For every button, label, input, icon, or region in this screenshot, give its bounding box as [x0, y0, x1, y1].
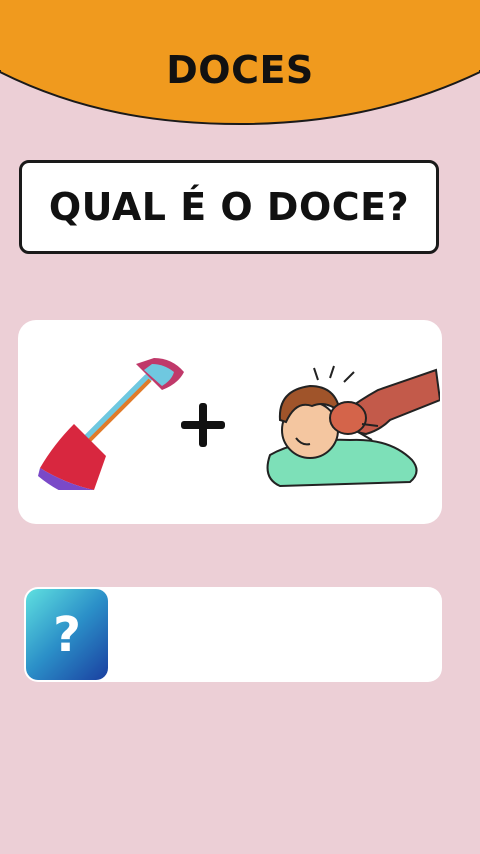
header: DOCES: [0, 0, 480, 130]
punch-icon: [266, 365, 440, 488]
question-text: QUAL É O DOCE?: [48, 185, 410, 229]
shovel-icon: [38, 358, 184, 490]
hint-button[interactable]: ?: [26, 589, 108, 680]
category-title: DOCES: [166, 48, 314, 92]
question-box: QUAL É O DOCE?: [19, 160, 439, 254]
puzzle-card: [18, 320, 442, 524]
answer-bar[interactable]: ?: [24, 587, 442, 682]
question-mark-icon: ?: [53, 606, 81, 663]
plus-icon: [181, 403, 225, 447]
